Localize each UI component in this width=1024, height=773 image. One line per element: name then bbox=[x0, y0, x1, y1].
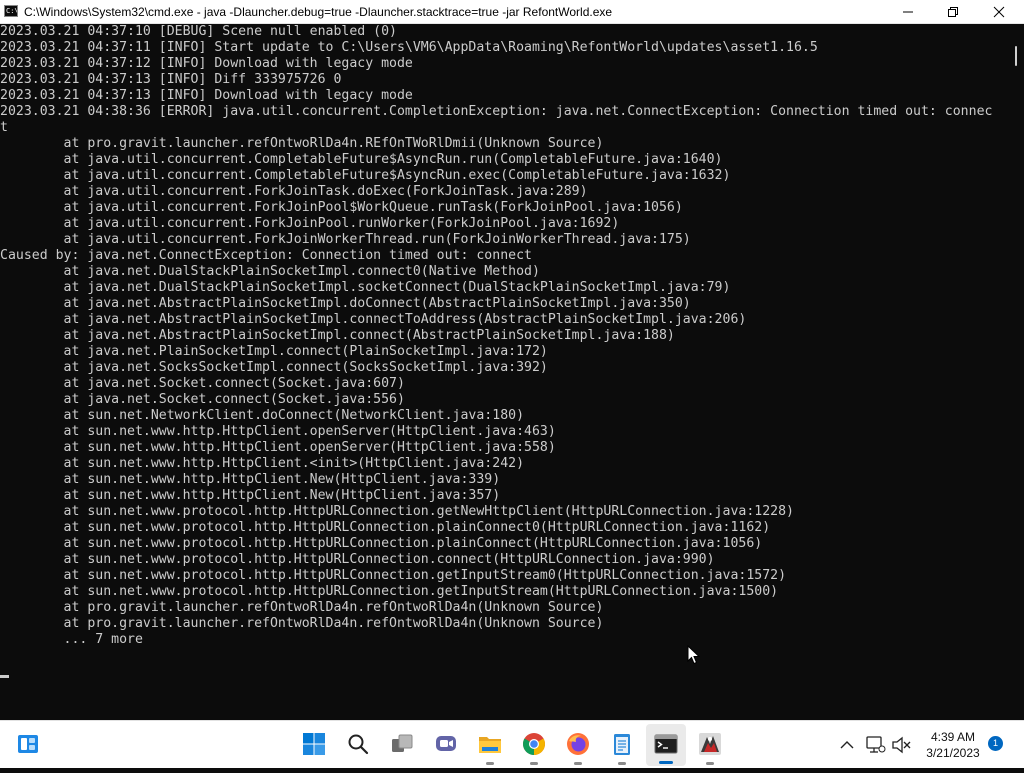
taskbar-clock[interactable]: 4:39 AM 3/21/2023 bbox=[918, 729, 988, 761]
console-line: at pro.gravit.launcher.refOntwoRlDa4n.RE… bbox=[0, 136, 604, 151]
console-line: ... 7 more bbox=[0, 632, 143, 647]
running-indicator bbox=[618, 762, 626, 765]
tray-volume[interactable] bbox=[890, 721, 912, 769]
console-output[interactable]: 2023.03.21 04:37:10 [DEBUG] Scene null e… bbox=[0, 24, 1008, 720]
tray-network[interactable] bbox=[864, 721, 886, 769]
console-line: at sun.net.www.http.HttpClient.New(HttpC… bbox=[0, 472, 501, 487]
vertical-scrollbar[interactable] bbox=[1008, 24, 1024, 720]
file-explorer-icon bbox=[479, 737, 501, 753]
console-line: at sun.net.www.http.HttpClient.New(HttpC… bbox=[0, 488, 501, 503]
window-title: C:\Windows\System32\cmd.exe - java -Dlau… bbox=[24, 5, 613, 19]
taskbar-widgets[interactable] bbox=[8, 721, 48, 769]
console-line: 2023.03.21 04:37:13 [INFO] Download with… bbox=[0, 88, 413, 103]
taskbar-terminal[interactable] bbox=[646, 724, 686, 766]
firefox-icon bbox=[567, 733, 589, 755]
console-line: at sun.net.www.protocol.http.HttpURLConn… bbox=[0, 584, 779, 599]
console-line: at java.util.concurrent.ForkJoinWorkerTh… bbox=[0, 232, 691, 247]
console-line: at java.net.DualStackPlainSocketImpl.con… bbox=[0, 264, 540, 279]
running-indicator bbox=[486, 762, 494, 765]
taskbar: 4:39 AM 3/21/2023 bbox=[0, 720, 1024, 768]
console-line: at java.net.PlainSocketImpl.connect(Plai… bbox=[0, 344, 548, 359]
text-cursor bbox=[0, 675, 9, 678]
network-icon bbox=[866, 736, 886, 753]
console-line: at sun.net.www.http.HttpClient.<init>(Ht… bbox=[0, 456, 525, 471]
taskbar-file-explorer[interactable] bbox=[470, 721, 510, 769]
console-line: Caused by: java.net.ConnectException: Co… bbox=[0, 248, 532, 263]
close-icon bbox=[993, 6, 1005, 18]
active-indicator bbox=[659, 761, 673, 764]
minimize-button[interactable] bbox=[885, 0, 931, 24]
taskbar-launcher[interactable] bbox=[690, 721, 730, 769]
console-line: at sun.net.www.http.HttpClient.openServe… bbox=[0, 440, 556, 455]
console-line: 2023.03.21 04:37:12 [INFO] Download with… bbox=[0, 56, 413, 71]
taskbar-notepad[interactable] bbox=[602, 721, 642, 769]
running-indicator bbox=[706, 762, 714, 765]
mouse-pointer-icon bbox=[687, 645, 701, 665]
console-line: at java.util.concurrent.ForkJoinPool.run… bbox=[0, 216, 620, 231]
console-line: at java.net.DualStackPlainSocketImpl.soc… bbox=[0, 280, 731, 295]
running-indicator bbox=[530, 762, 538, 765]
volume-muted-icon bbox=[892, 736, 911, 754]
taskbar-firefox[interactable] bbox=[558, 721, 598, 769]
console-line: at java.net.AbstractPlainSocketImpl.conn… bbox=[0, 328, 675, 343]
chat-icon bbox=[436, 736, 456, 751]
console-line: t bbox=[0, 120, 8, 135]
console-line: at sun.net.NetworkClient.doConnect(Netwo… bbox=[0, 408, 525, 423]
console-line: at java.net.SocksSocketImpl.connect(Sock… bbox=[0, 360, 548, 375]
console-line: at sun.net.www.protocol.http.HttpURLConn… bbox=[0, 520, 771, 535]
task-view-icon bbox=[392, 734, 413, 752]
maximize-button[interactable] bbox=[930, 0, 976, 24]
taskbar-search[interactable] bbox=[338, 721, 378, 769]
console-line: at java.net.AbstractPlainSocketImpl.doCo… bbox=[0, 296, 691, 311]
console-line: 2023.03.21 04:37:11 [INFO] Start update … bbox=[0, 40, 818, 55]
terminal-icon bbox=[654, 734, 678, 754]
taskbar-chat[interactable] bbox=[426, 721, 466, 769]
start-icon bbox=[303, 733, 325, 755]
window-title-bar[interactable]: C:\ C:\Windows\System32\cmd.exe - java -… bbox=[0, 0, 1024, 24]
tray-overflow-button[interactable] bbox=[836, 721, 858, 769]
console-line: at java.util.concurrent.CompletableFutur… bbox=[0, 168, 731, 183]
console-line: 2023.03.21 04:38:36 [ERROR] java.util.co… bbox=[0, 104, 993, 119]
search-icon bbox=[348, 734, 369, 755]
console-line: at java.util.concurrent.ForkJoinTask.doE… bbox=[0, 184, 588, 199]
console-line: at sun.net.www.protocol.http.HttpURLConn… bbox=[0, 568, 787, 583]
scrollbar-thumb[interactable] bbox=[1015, 46, 1017, 66]
clock-date: 3/21/2023 bbox=[926, 746, 980, 760]
launcher-icon bbox=[699, 733, 721, 755]
console-line: at java.net.AbstractPlainSocketImpl.conn… bbox=[0, 312, 747, 327]
taskbar-start[interactable] bbox=[294, 721, 334, 769]
console-line: 2023.03.21 04:37:13 [INFO] Diff 33397572… bbox=[0, 72, 342, 87]
console-line: at java.util.concurrent.CompletableFutur… bbox=[0, 152, 723, 167]
notification-badge[interactable]: 1 bbox=[988, 736, 1003, 751]
console-line: at sun.net.www.protocol.http.HttpURLConn… bbox=[0, 504, 794, 519]
close-button[interactable] bbox=[976, 0, 1022, 24]
chevron-up-icon bbox=[840, 741, 854, 749]
console-line: at java.net.Socket.connect(Socket.java:6… bbox=[0, 376, 405, 391]
minimize-icon bbox=[903, 11, 913, 13]
running-indicator bbox=[574, 762, 582, 765]
console-line: at java.net.Socket.connect(Socket.java:5… bbox=[0, 392, 405, 407]
restore-icon bbox=[948, 7, 958, 17]
chrome-icon bbox=[523, 733, 545, 755]
taskbar-chrome[interactable] bbox=[514, 721, 554, 769]
widgets-icon bbox=[18, 735, 38, 753]
console-line: at sun.net.www.http.HttpClient.openServe… bbox=[0, 424, 556, 439]
console-line: at pro.gravit.launcher.refOntwoRlDa4n.re… bbox=[0, 616, 604, 631]
console-line: at pro.gravit.launcher.refOntwoRlDa4n.re… bbox=[0, 600, 604, 615]
console-line: at sun.net.www.protocol.http.HttpURLConn… bbox=[0, 536, 763, 551]
cmd-app-icon: C:\ bbox=[4, 5, 18, 17]
notepad-icon bbox=[614, 734, 630, 755]
clock-time: 4:39 AM bbox=[930, 730, 976, 744]
console-line: at java.util.concurrent.ForkJoinPool$Wor… bbox=[0, 200, 683, 215]
taskbar-task-view[interactable] bbox=[382, 721, 422, 769]
console-line: at sun.net.www.protocol.http.HttpURLConn… bbox=[0, 552, 715, 567]
console-line: 2023.03.21 04:37:10 [DEBUG] Scene null e… bbox=[0, 24, 397, 39]
